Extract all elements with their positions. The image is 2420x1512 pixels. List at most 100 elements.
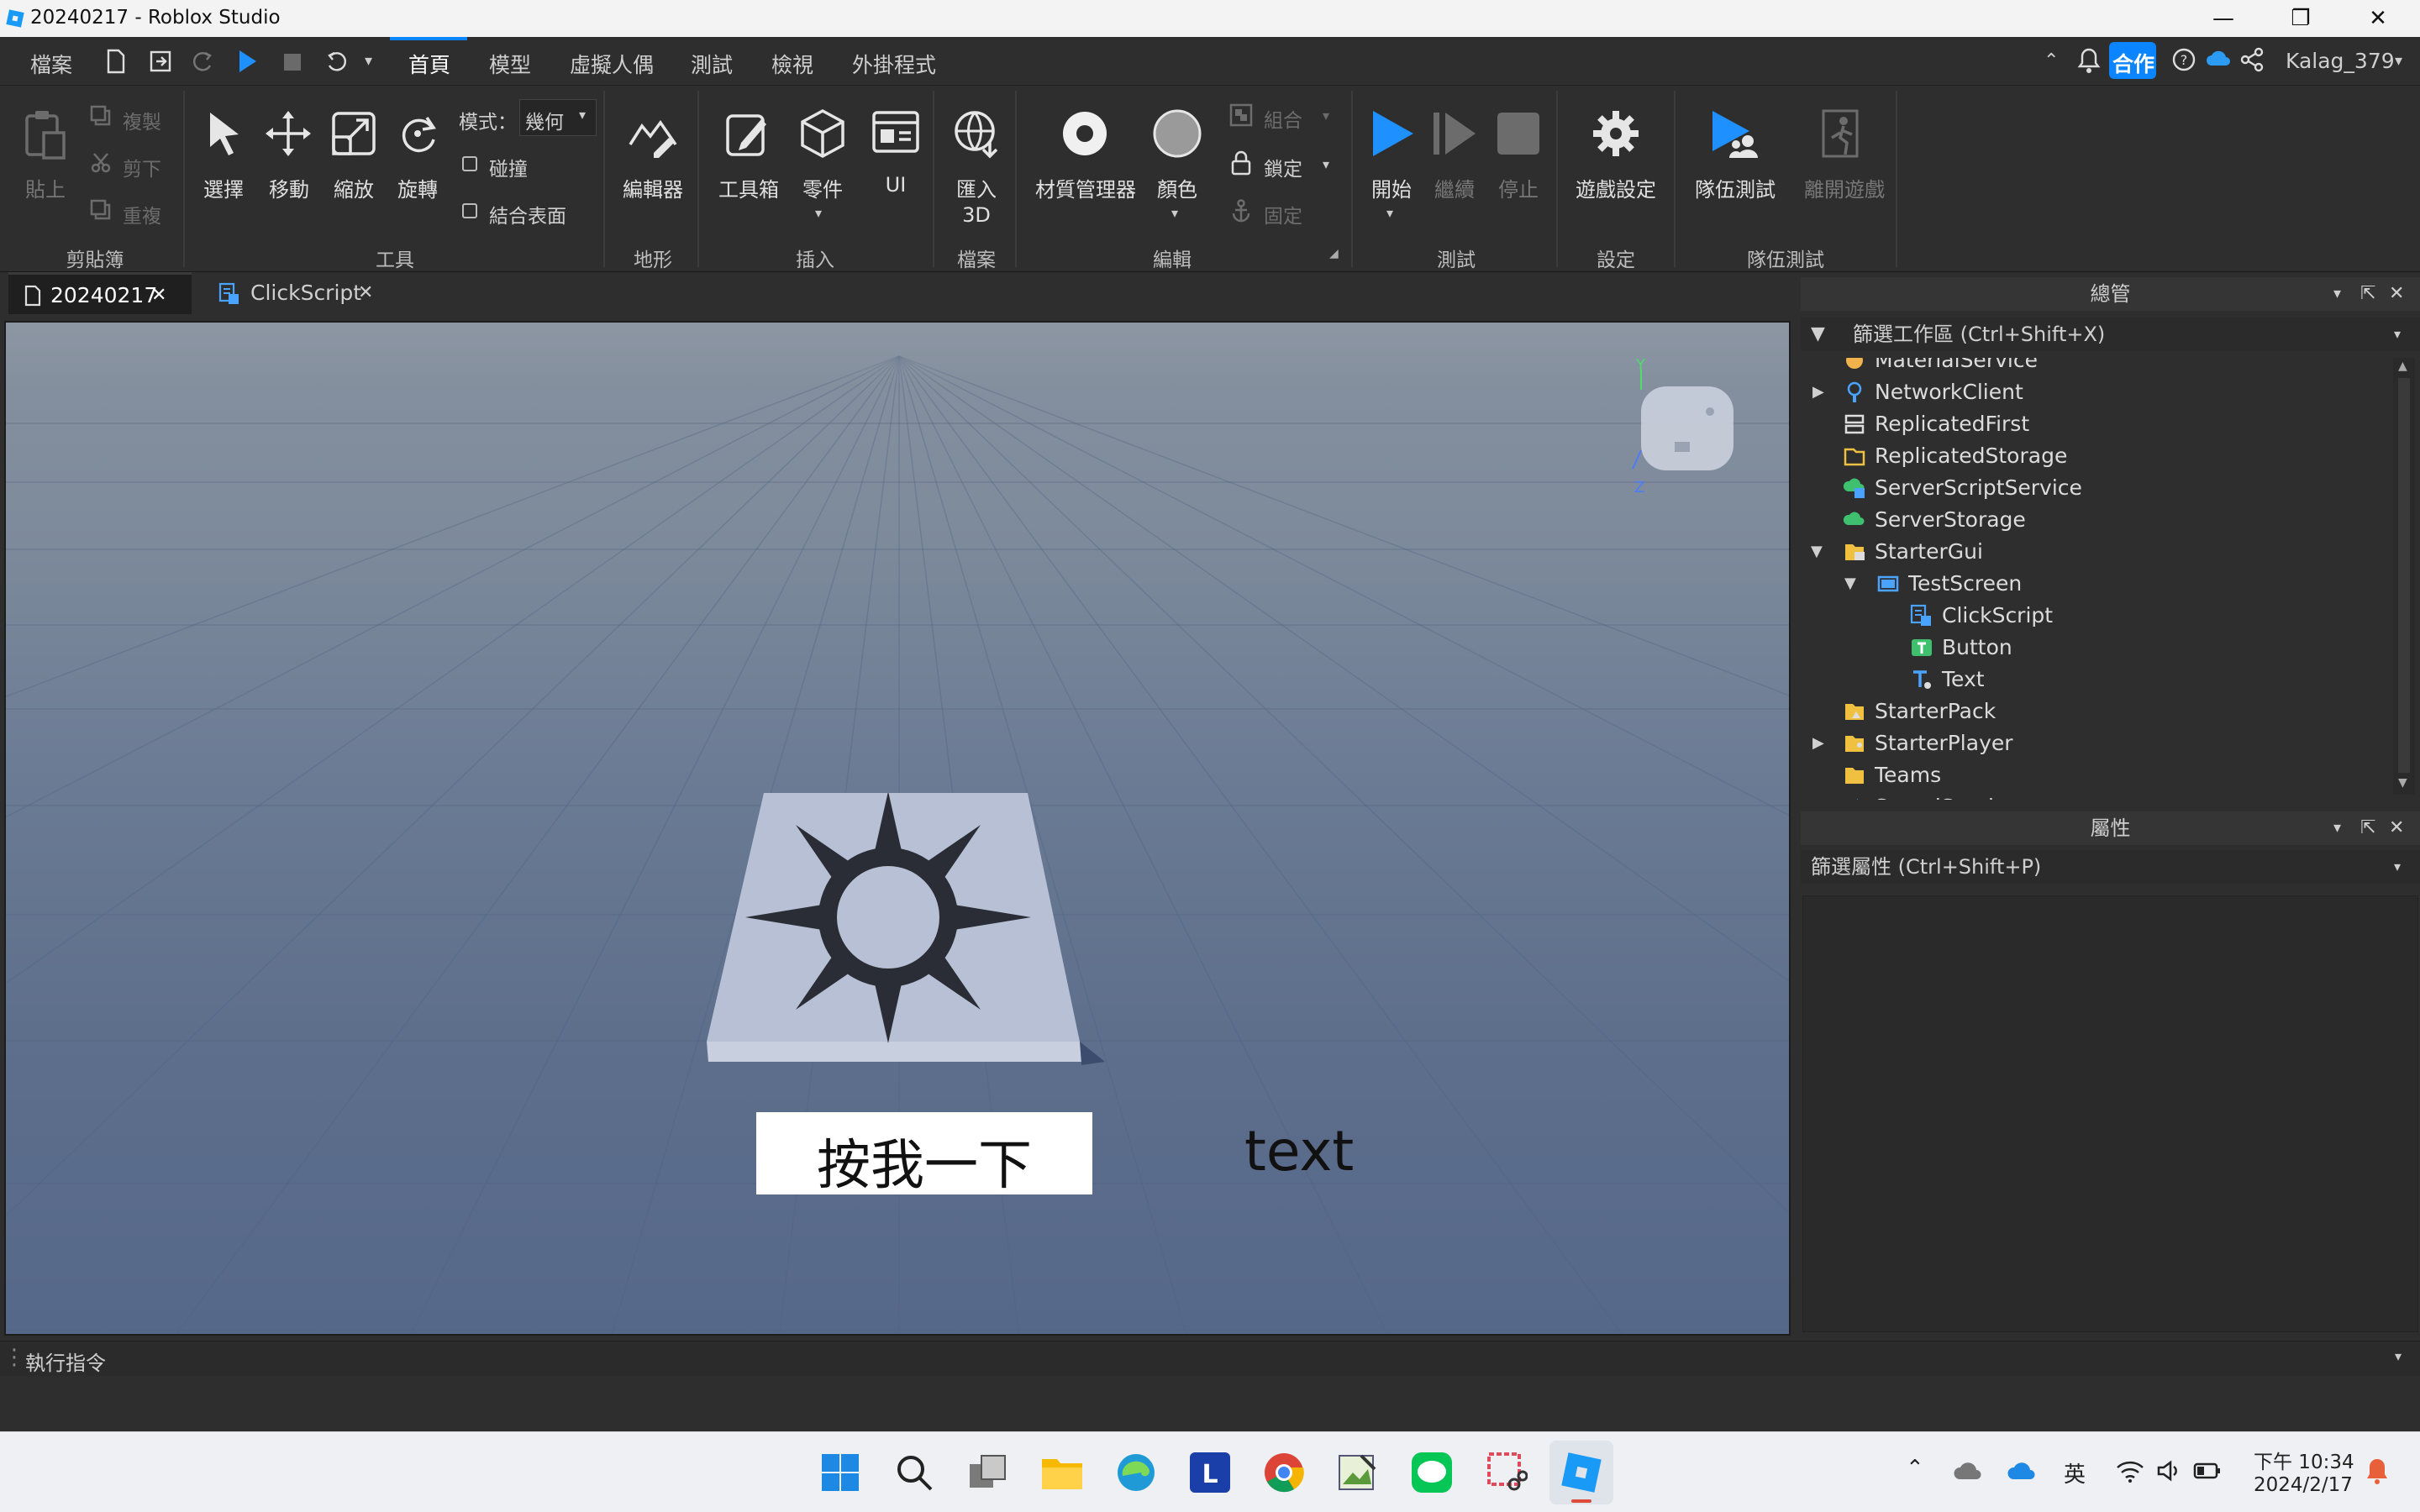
anchor-label[interactable]: 固定 (1264, 200, 1302, 228)
wifi-icon[interactable] (2116, 1459, 2144, 1483)
cloud-icon[interactable] (2205, 49, 2232, 69)
doc-tab-place[interactable]: 20240217 ✕ (8, 272, 192, 314)
exit-game-icon[interactable] (1820, 108, 1869, 160)
edge-browser-icon[interactable] (1114, 1451, 1158, 1494)
play-dropdown-icon[interactable]: ▾ (1386, 205, 1393, 221)
show-hidden-icons-icon[interactable]: ⌃ (1906, 1456, 1924, 1481)
rotate-tool-icon[interactable] (393, 109, 442, 158)
tab-plugins[interactable]: 外掛程式 (852, 49, 936, 79)
explorer-filter[interactable]: ▼ 篩選工作區 (Ctrl+Shift+X) ▾ (1801, 318, 2420, 351)
copy-icon[interactable] (89, 104, 113, 128)
user-dropdown-icon[interactable]: ▾ (2395, 52, 2402, 70)
tree-item-replicatedfirst[interactable]: ReplicatedFirst (1801, 408, 2393, 440)
doc-tab-close-icon[interactable]: ✕ (358, 272, 373, 314)
line-messenger-icon[interactable] (1410, 1451, 1454, 1494)
tree-item-starterpack[interactable]: StarterPack (1801, 696, 2393, 727)
collapse-ribbon-icon[interactable]: ⌃ (2044, 50, 2059, 71)
terrain-editor-icon[interactable] (627, 108, 679, 160)
lock-icon[interactable] (1228, 150, 1254, 176)
search-icon[interactable] (892, 1451, 936, 1494)
scroll-down-icon[interactable]: ▼ (2398, 776, 2407, 790)
tree-item-serverscriptservice[interactable]: ServerScriptService (1801, 472, 2393, 504)
gui-button[interactable]: 按我一下 (756, 1112, 1092, 1197)
expand-arrow-icon[interactable]: ▶ (1812, 376, 1829, 408)
onedrive-sync-icon[interactable] (1953, 1457, 1983, 1484)
game-settings-gear-icon[interactable] (1590, 108, 1642, 160)
redo-icon[interactable] (192, 50, 215, 72)
lock-label[interactable]: 鎖定 (1264, 153, 1302, 181)
tree-item-startergui[interactable]: ▼ StarterGui (1801, 536, 2393, 568)
stop-icon[interactable] (1496, 111, 1541, 156)
open-file-icon[interactable] (148, 49, 173, 74)
minimize-button[interactable]: — (2185, 0, 2262, 37)
tab-view[interactable]: 檢視 (771, 49, 813, 79)
duplicate-label[interactable]: 重複 (123, 200, 161, 228)
tree-item-networkclient[interactable]: ▶ NetworkClient (1801, 376, 2393, 408)
tab-test[interactable]: 測試 (691, 49, 733, 79)
paint-app-icon[interactable] (1336, 1451, 1380, 1494)
scroll-up-icon[interactable]: ▲ (2398, 360, 2407, 373)
group-icon[interactable] (1228, 102, 1254, 128)
onedrive-cloud-icon[interactable] (2007, 1459, 2039, 1483)
collaborate-button[interactable]: 合作 (2109, 42, 2156, 79)
view-cube[interactable] (1628, 361, 1745, 479)
clock-time[interactable]: 下午 10:34 (2254, 1446, 2354, 1474)
tree-item-clickscript[interactable]: ClickScript (1801, 600, 2393, 632)
tree-item-text[interactable]: Text (1801, 664, 2393, 696)
tree-item-button[interactable]: Button (1801, 632, 2393, 664)
tree-item-soundservice[interactable]: SoundService (1801, 791, 2393, 800)
undo-icon[interactable] (324, 50, 348, 72)
mode-dropdown[interactable]: 幾何 ▾ (519, 99, 597, 136)
tab-model[interactable]: 模型 (489, 49, 531, 79)
file-menu[interactable]: 檔案 (30, 49, 72, 79)
cut-label[interactable]: 剪下 (123, 153, 161, 181)
paste-icon[interactable] (22, 108, 69, 161)
notification-bell-icon[interactable] (2363, 1456, 2391, 1486)
decal-part[interactable] (703, 793, 1107, 1095)
group-label[interactable]: 組合 (1264, 104, 1302, 133)
quick-play-icon[interactable] (237, 49, 259, 74)
select-tool-icon[interactable] (203, 109, 245, 160)
task-view-icon[interactable] (966, 1451, 1010, 1494)
explorer-scrollbar[interactable]: ▲ ▼ (2393, 358, 2415, 795)
doc-tab-script[interactable]: ClickScript ✕ (202, 272, 400, 314)
properties-menu-chevron-icon[interactable]: ▾ (2333, 811, 2341, 845)
color-icon[interactable] (1151, 108, 1203, 160)
chrome-browser-icon[interactable] (1262, 1451, 1306, 1494)
properties-filter[interactable]: 篩選屬性 (Ctrl+Shift+P) ▾ (1801, 850, 2420, 884)
explorer-menu-chevron-icon[interactable]: ▾ (2333, 277, 2341, 311)
tree-item-starterplayer[interactable]: ▶ StarterPlayer (1801, 727, 2393, 759)
duplicate-icon[interactable] (89, 198, 113, 222)
battery-icon[interactable] (2193, 1461, 2222, 1481)
snipping-tool-icon[interactable] (1484, 1451, 1528, 1494)
volume-icon[interactable] (2156, 1459, 2181, 1483)
scale-tool-icon[interactable] (329, 109, 378, 158)
tab-avatar[interactable]: 虛擬人偶 (570, 49, 654, 79)
quick-stop-icon[interactable] (282, 52, 302, 72)
anchor-icon[interactable] (1228, 198, 1254, 225)
user-name[interactable]: Kalag_379 (2286, 49, 2395, 73)
tree-item-teams[interactable]: Teams (1801, 759, 2393, 791)
ime-indicator[interactable]: 英 (2064, 1457, 2086, 1488)
command-bar[interactable]: ⋮ 執行指令 ▾ (0, 1341, 2420, 1376)
team-test-icon[interactable] (1709, 108, 1763, 160)
clock-date[interactable]: 2024/2/17 (2254, 1474, 2353, 1496)
scrollbar-thumb[interactable] (2398, 378, 2410, 773)
tree-item-serverstorage[interactable]: ServerStorage (1801, 504, 2393, 536)
play-icon[interactable] (1368, 108, 1417, 160)
properties-close-icon[interactable]: ✕ (2389, 811, 2404, 845)
filter-dropdown-icon[interactable]: ▾ (2394, 318, 2401, 351)
toolbox-icon[interactable] (723, 108, 773, 160)
edit-group-expand-icon[interactable]: ◢ (1329, 247, 1339, 260)
tree-item-testscreen[interactable]: ▼ TestScreen (1801, 568, 2393, 600)
move-tool-icon[interactable] (264, 109, 313, 158)
quick-access-dropdown-icon[interactable]: ▾ (365, 52, 372, 70)
import-3d-icon[interactable] (951, 108, 1003, 160)
cut-icon[interactable] (89, 151, 113, 175)
expand-arrow-icon[interactable]: ▶ (1812, 727, 1829, 759)
group-dropdown-icon[interactable]: ▾ (1323, 108, 1329, 123)
properties-undock-icon[interactable]: ⇱ (2360, 811, 2375, 845)
notifications-bell-icon[interactable] (2077, 47, 2101, 74)
maximize-button[interactable]: ❐ (2262, 0, 2339, 37)
tree-item-materialservice[interactable]: MaterialService (1801, 358, 2393, 376)
